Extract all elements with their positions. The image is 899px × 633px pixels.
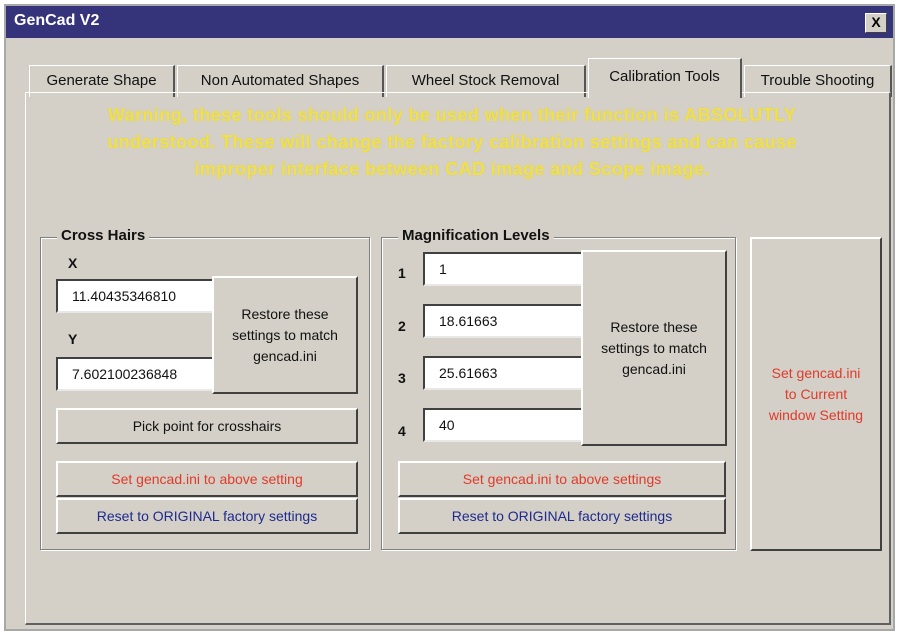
warning-line-3: improper interface between CAD image and… [194, 159, 710, 179]
set-current-window-button[interactable]: Set gencad.ini to Current window Setting [750, 237, 882, 551]
level-3-label: 3 [398, 370, 406, 386]
level-1-field[interactable]: 1 [423, 252, 583, 286]
window-title: GenCad V2 [14, 12, 100, 29]
x-label: X [68, 255, 78, 271]
close-icon[interactable]: X [865, 13, 887, 33]
restore-magnification-button[interactable]: Restore these settings to match gencad.i… [581, 250, 727, 446]
set-magnification-button[interactable]: Set gencad.ini to above settings [398, 461, 726, 497]
y-value-field[interactable]: 7.602100236848 [56, 357, 214, 391]
set-crosshairs-button[interactable]: Set gencad.ini to above setting [56, 461, 358, 497]
gencad-window: GenCad V2 X Generate Shape Non Automated… [4, 4, 895, 631]
cross-hairs-legend: Cross Hairs [57, 227, 150, 244]
warning-line-1: Warning, these tools should only be used… [107, 105, 797, 125]
x-value-field[interactable]: 11.40435346810 [56, 279, 214, 313]
pick-point-button[interactable]: Pick point for crosshairs [56, 408, 358, 444]
warning-message: Warning, these tools should only be used… [32, 102, 872, 183]
level-1-label: 1 [398, 265, 406, 281]
tab-calibration-tools[interactable]: Calibration Tools [588, 58, 742, 98]
level-3-field[interactable]: 25.61663 [423, 356, 583, 390]
level-4-field[interactable]: 40 [423, 408, 583, 442]
reset-magnification-button[interactable]: Reset to ORIGINAL factory settings [398, 498, 726, 534]
title-bar: GenCad V2 X [6, 6, 893, 38]
level-2-field[interactable]: 18.61663 [423, 304, 583, 338]
reset-crosshairs-button[interactable]: Reset to ORIGINAL factory settings [56, 498, 358, 534]
level-2-label: 2 [398, 318, 406, 334]
magnification-levels-legend: Magnification Levels [398, 227, 554, 244]
warning-line-2: understood. These will change the factor… [107, 132, 797, 152]
level-4-label: 4 [398, 423, 406, 439]
restore-crosshairs-button[interactable]: Restore these settings to match gencad.i… [212, 276, 358, 394]
y-label: Y [68, 331, 78, 347]
